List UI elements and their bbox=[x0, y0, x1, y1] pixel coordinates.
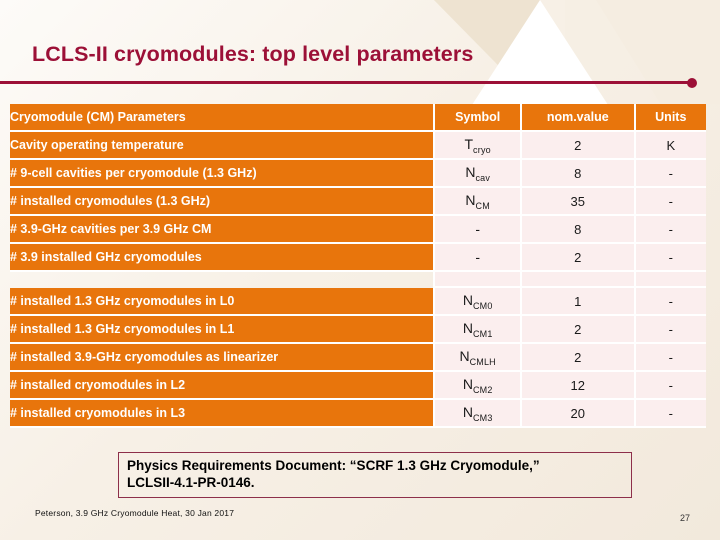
cell-parameter: Cavity operating temperature bbox=[10, 132, 436, 160]
cell-symbol: - bbox=[435, 216, 522, 244]
table-body: Cryomodule (CM) Parameters Symbol nom.va… bbox=[10, 104, 706, 428]
table-row: # installed cryomodules in L2 NCM2 12- bbox=[10, 372, 706, 400]
title-underline-dot bbox=[687, 77, 697, 88]
cell-symbol bbox=[435, 272, 522, 288]
cell-parameter: # installed 3.9-GHz cryomodules as linea… bbox=[10, 344, 436, 372]
cell-value: 1 bbox=[521, 288, 636, 316]
cell-symbol: Tcryo bbox=[435, 132, 522, 160]
cell-symbol: Ncav bbox=[435, 160, 522, 188]
cell-symbol: NCM2 bbox=[435, 372, 522, 400]
cell-parameter: # installed 1.3 GHz cryomodules in L0 bbox=[10, 288, 436, 316]
cell-units: - bbox=[635, 400, 706, 428]
cell-units: K bbox=[635, 132, 706, 160]
table-row: # 3.9 installed GHz cryomodules -2- bbox=[10, 244, 706, 272]
cell-parameter: # 3.9 installed GHz cryomodules bbox=[10, 244, 436, 272]
slide: LCLS-II cryomodules: top level parameter… bbox=[0, 0, 720, 540]
cell-symbol: NCM bbox=[435, 188, 522, 216]
table-row: # installed 1.3 GHz cryomodules in L0 NCM… bbox=[10, 288, 706, 316]
footnote: Peterson, 3.9 GHz Cryomodule Heat, 30 Ja… bbox=[35, 508, 235, 518]
table-row: # installed cryomodules (1.3 GHz) NCM 35- bbox=[10, 188, 706, 216]
cell-units: - bbox=[635, 316, 706, 344]
cell-units: - bbox=[635, 344, 706, 372]
cell-value: 12 bbox=[521, 372, 636, 400]
cell-units: - bbox=[635, 188, 706, 216]
title-underline bbox=[0, 81, 692, 84]
cell-parameter: # installed cryomodules (1.3 GHz) bbox=[10, 188, 436, 216]
table-spacer-row bbox=[10, 272, 706, 288]
page-title: LCLS-II cryomodules: top level parameter… bbox=[32, 42, 474, 66]
cell-symbol: NCM0 bbox=[435, 288, 522, 316]
cell-symbol: - bbox=[435, 244, 522, 272]
cell-parameter: # 3.9-GHz cavities per 3.9 GHz CM bbox=[10, 216, 436, 244]
cell-symbol: NCM1 bbox=[435, 316, 522, 344]
header-value: nom.value bbox=[521, 104, 636, 132]
cell-value: 8 bbox=[521, 216, 636, 244]
cell-parameter: # installed 1.3 GHz cryomodules in L1 bbox=[10, 316, 436, 344]
callout-line-1: Physics Requirements Document: “SCRF 1.3… bbox=[127, 458, 540, 473]
table-row: Cavity operating temperature Tcryo 2 K bbox=[10, 132, 706, 160]
cell-parameter: # 9-cell cavities per cryomodule (1.3 GH… bbox=[10, 160, 436, 188]
decorative-wedge-white bbox=[470, 0, 610, 108]
cell-units: - bbox=[635, 160, 706, 188]
cell-parameter: # installed cryomodules in L3 bbox=[10, 400, 436, 428]
table-header-row: Cryomodule (CM) Parameters Symbol nom.va… bbox=[10, 104, 706, 132]
table-row: # 9-cell cavities per cryomodule (1.3 GH… bbox=[10, 160, 706, 188]
table-row: # installed 3.9-GHz cryomodules as linea… bbox=[10, 344, 706, 372]
cell-units: - bbox=[635, 372, 706, 400]
cell-parameter: # installed cryomodules in L2 bbox=[10, 372, 436, 400]
cell-value: 20 bbox=[521, 400, 636, 428]
cell-value: 2 bbox=[521, 344, 636, 372]
cell-value bbox=[521, 272, 636, 288]
cell-value: 2 bbox=[521, 132, 636, 160]
header-parameter: Cryomodule (CM) Parameters bbox=[10, 104, 436, 132]
parameters-table: Cryomodule (CM) Parameters Symbol nom.va… bbox=[10, 104, 706, 428]
header-units: Units bbox=[635, 104, 706, 132]
cell-units bbox=[635, 272, 706, 288]
cell-value: 2 bbox=[521, 244, 636, 272]
cell-units: - bbox=[635, 216, 706, 244]
page-number: 27 bbox=[680, 513, 691, 523]
header-symbol: Symbol bbox=[435, 104, 522, 132]
cell-units: - bbox=[635, 244, 706, 272]
table-row: # installed 1.3 GHz cryomodules in L1 NCM… bbox=[10, 316, 706, 344]
cell-units: - bbox=[635, 288, 706, 316]
table-row: # installed cryomodules in L3 NCM3 20- bbox=[10, 400, 706, 428]
cell-value: 2 bbox=[521, 316, 636, 344]
reference-callout: Physics Requirements Document: “SCRF 1.3… bbox=[118, 452, 632, 498]
cell-value: 35 bbox=[521, 188, 636, 216]
cell-value: 8 bbox=[521, 160, 636, 188]
table-row: # 3.9-GHz cavities per 3.9 GHz CM -8- bbox=[10, 216, 706, 244]
cell-symbol: NCM3 bbox=[435, 400, 522, 428]
callout-line-2: LCLSII-4.1-PR-0146. bbox=[127, 475, 255, 491]
cell-parameter bbox=[10, 272, 436, 288]
cell-symbol: NCMLH bbox=[435, 344, 522, 372]
